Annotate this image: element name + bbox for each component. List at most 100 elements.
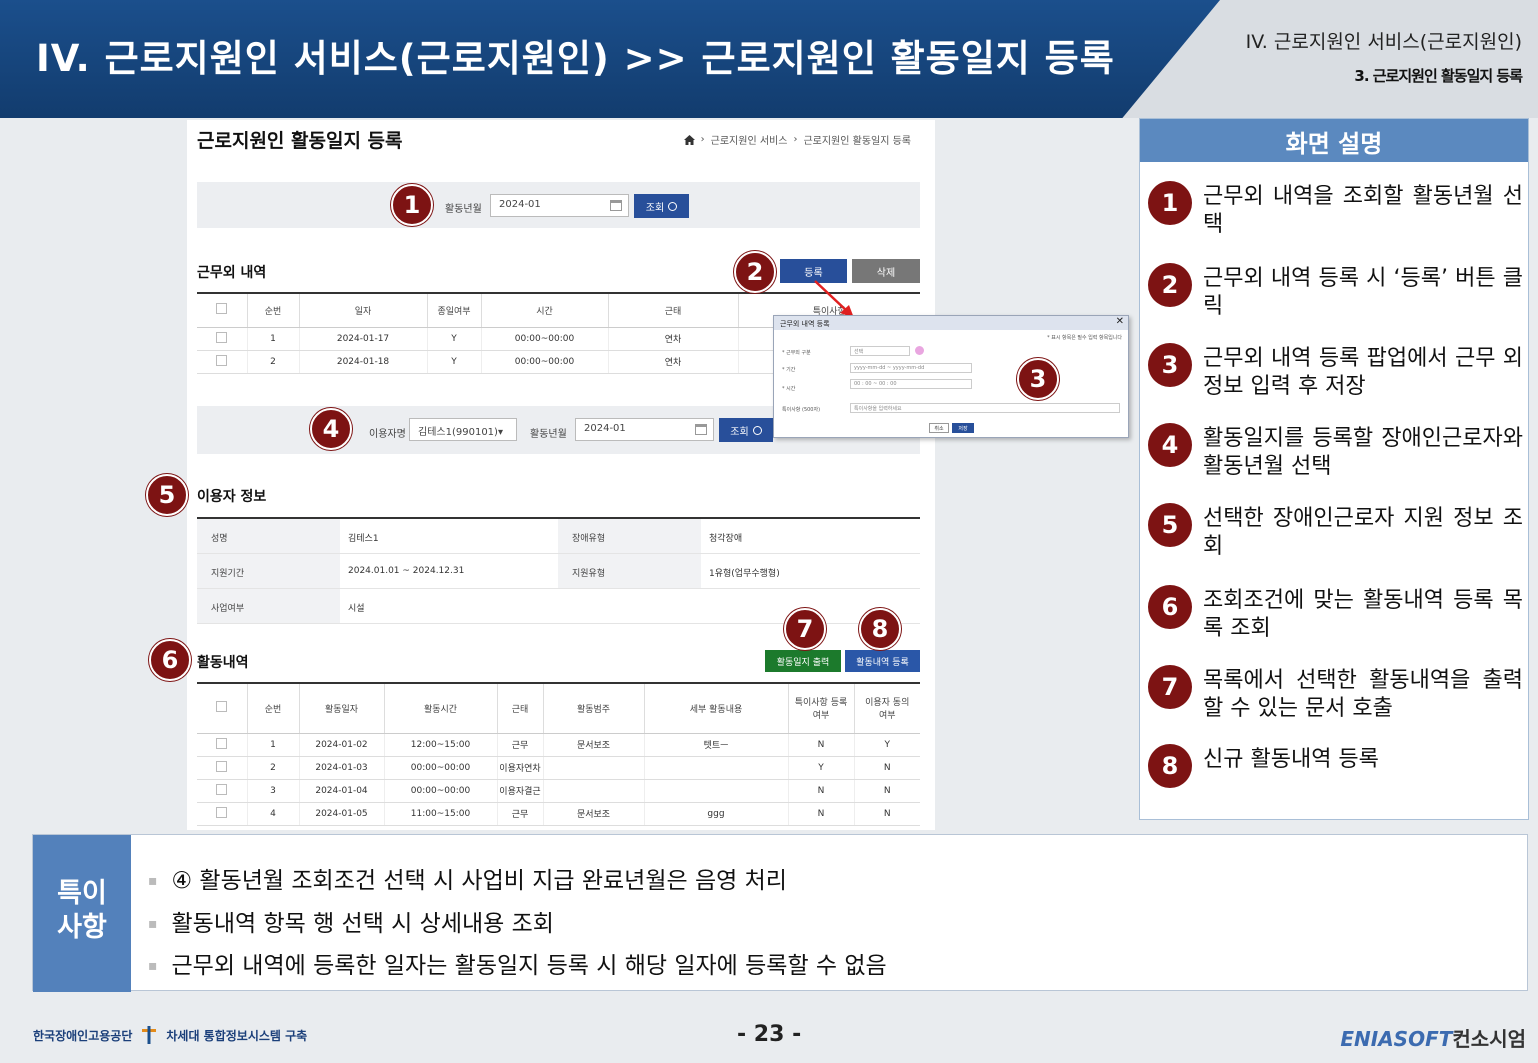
search-button[interactable]: 조회	[634, 194, 689, 218]
row-checkbox[interactable]	[216, 331, 228, 343]
print-journal-button[interactable]: 활동일지 출력	[765, 650, 841, 672]
popup-field-label: * 기간	[782, 367, 796, 373]
callout-badge-1: 1	[391, 184, 433, 226]
select-all-cell[interactable]	[197, 292, 248, 328]
table-row[interactable]: 2 2024-01-03 00:00~00:00 이용자연차 Y N	[197, 756, 920, 780]
popup-save-button[interactable]: 저장	[952, 423, 974, 433]
header-banner: IV. 근로지원인 서비스(근로지원인) >> 근로지원인 활동일지 등록 IV…	[0, 0, 1538, 118]
cell: 1	[247, 733, 300, 757]
description-number: 6	[1148, 585, 1192, 629]
vendor-logo: ENIASOFT컨소시엄	[1340, 1023, 1526, 1052]
footer-org: 한국장애인고용공단 차세대 통합정보시스템 구축	[33, 1026, 307, 1044]
cell: 2	[247, 756, 300, 780]
user-select[interactable]: 김테스1(990101)▾	[409, 418, 517, 441]
column-header: 근태	[608, 292, 739, 328]
select-all-checkbox[interactable]	[216, 303, 228, 315]
subsection-label: 3. 근로지원인 활동일지 등록	[1354, 67, 1523, 85]
offwork-delete-button[interactable]: 삭제	[852, 259, 920, 283]
cell: 00:00~00:00	[384, 779, 498, 803]
callout-badge-3: 3	[1017, 358, 1059, 400]
cell: 연차	[608, 327, 739, 351]
register-activity-button[interactable]: 활동내역 등록	[845, 650, 920, 672]
cell: ggg	[644, 802, 789, 826]
note-item: ④ 활동년월 조회조건 선택 시 사업비 지급 완료년월은 음영 처리	[148, 861, 787, 895]
callout-badge-7: 7	[784, 608, 826, 650]
row-checkbox[interactable]	[216, 806, 228, 818]
remark-input[interactable]: 특이사항을 입력하세요	[850, 403, 1120, 413]
period-input[interactable]: yyyy-mm-dd ~ yyyy-mm-dd	[850, 363, 972, 373]
cell: 12:00~15:00	[384, 733, 498, 757]
row-checkbox[interactable]	[216, 783, 228, 795]
info-key: 지원유형	[558, 554, 701, 588]
description-text: 신규 활동내역 등록	[1203, 747, 1379, 772]
callout-badge-2: 2	[734, 251, 776, 293]
page-number: - 23 -	[737, 1022, 802, 1047]
month-input-2[interactable]: 2024-01	[575, 418, 714, 441]
callout-badge-8: 8	[859, 608, 901, 650]
column-header: 특이사항 등록여부	[788, 682, 855, 734]
calendar-icon[interactable]	[695, 424, 707, 435]
info-key: 사업여부	[197, 589, 340, 623]
month-value: 2024-01	[499, 199, 541, 210]
month-label-2: 활동년월	[530, 429, 567, 440]
row-checkbox[interactable]	[216, 354, 228, 366]
info-key: 지원기간	[197, 554, 340, 588]
section-label: IV. 근로지원인 서비스(근로지원인)	[1245, 31, 1522, 53]
table-row[interactable]: 1 2024-01-02 12:00~15:00 근무 문서보조 텟트ㅡ N Y	[197, 733, 920, 757]
cell: 2024-01-17	[299, 327, 428, 351]
cell: Y	[788, 756, 855, 780]
description-number: 5	[1148, 503, 1192, 547]
info-key: 장애유형	[558, 519, 701, 553]
callout-badge-6: 6	[149, 639, 191, 681]
cell: Y	[427, 350, 482, 374]
notes-tag: 특이사항	[33, 835, 131, 992]
search-icon	[668, 201, 678, 211]
description-number: 4	[1148, 423, 1192, 467]
time-input[interactable]: 00 : 00 ~ 00 : 00	[850, 379, 972, 389]
row-checkbox[interactable]	[216, 737, 228, 749]
close-icon[interactable]: ✕	[1116, 316, 1124, 327]
column-header: 근태	[497, 682, 544, 734]
popup-field-label: 특이사항 (500자)	[782, 407, 821, 413]
search-bar-offwork: 활동년월 2024-01 조회	[197, 182, 920, 228]
popup-cancel-button[interactable]: 취소	[929, 423, 949, 433]
description-text: 목록에서 선택한 활동내역을 출력할 수 있는 문서 호출	[1203, 668, 1523, 721]
column-header: 순번	[247, 682, 300, 734]
cell: 2	[247, 350, 300, 374]
description-text: 선택한 장애인근로자 지원 정보 조회	[1203, 506, 1523, 559]
cell	[644, 756, 789, 780]
cell: N	[788, 802, 855, 826]
cell: N	[788, 733, 855, 757]
breadcrumb-item[interactable]: 근로지원인 활동일지 등록	[803, 132, 911, 147]
org-name: 한국장애인고용공단	[33, 1028, 133, 1043]
callout-badge-4: 4	[310, 408, 352, 450]
cell	[543, 779, 645, 803]
column-header: 시간	[481, 292, 609, 328]
cell: 근무	[497, 733, 544, 757]
cell: 연차	[608, 350, 739, 374]
cell: 2024-01-02	[299, 733, 385, 757]
table-row[interactable]: 4 2024-01-05 11:00~15:00 근무 문서보조 ggg N N	[197, 802, 920, 826]
description-text: 근무외 내역 등록 팝업에서 근무 외 정보 입력 후 저장	[1203, 346, 1523, 399]
cell: 이용자연차	[497, 756, 544, 780]
home-icon[interactable]	[683, 134, 695, 145]
description-title: 화면 설명	[1140, 119, 1528, 162]
vendor-en: ENIASOFT	[1340, 1027, 1453, 1051]
search-button-2[interactable]: 조회	[719, 418, 773, 442]
column-header: 활동범주	[543, 682, 645, 734]
offwork-type-select[interactable]: 선택	[850, 346, 910, 356]
select-all-cell[interactable]	[197, 682, 248, 734]
cell: 근무	[497, 802, 544, 826]
popup-title: 근무외 내역 등록	[780, 320, 830, 328]
calendar-icon[interactable]	[610, 200, 622, 211]
row-checkbox[interactable]	[216, 760, 228, 772]
description-number: 1	[1148, 181, 1192, 225]
description-text: 근무외 내역 등록 시 ‘등록’ 버튼 클릭	[1203, 266, 1523, 319]
breadcrumb-item[interactable]: 근로지원인 서비스	[711, 132, 788, 147]
activity-table: 순번 활동일자 활동시간 근태 활동범주 세부 활동내용 특이사항 등록여부 이…	[197, 682, 920, 826]
month-input[interactable]: 2024-01	[490, 194, 629, 217]
select-all-checkbox[interactable]	[216, 701, 228, 713]
description-text: 조회조건에 맞는 활동내역 등록 목록 조회	[1203, 588, 1523, 641]
dropdown-arrow-icon: ▾	[497, 427, 503, 438]
table-row[interactable]: 3 2024-01-04 00:00~00:00 이용자결근 N N	[197, 779, 920, 803]
